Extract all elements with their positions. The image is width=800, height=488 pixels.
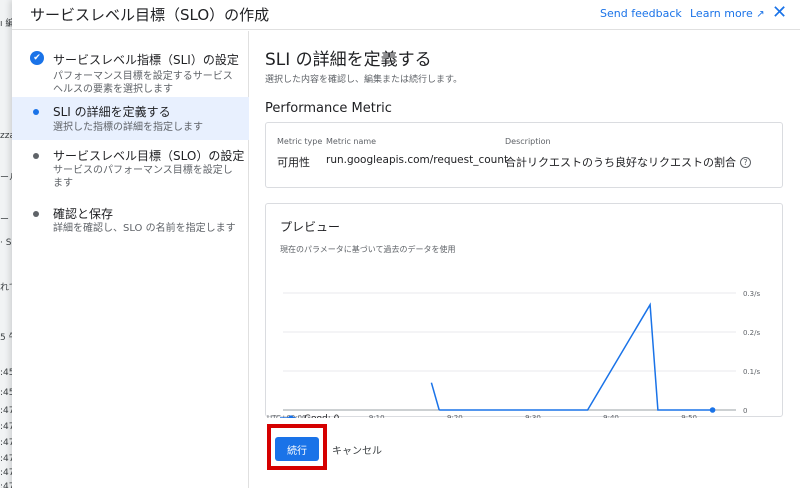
description-value: 合計リクエストのうち良好なリクエストの割合? <box>505 154 751 170</box>
metric-type-value: 可用性 <box>277 156 310 169</box>
send-feedback-link[interactable]: Send feedback <box>600 7 682 20</box>
background-fragment: 5 午 <box>0 333 12 343</box>
y-tick-label: 0.3/s <box>743 290 760 298</box>
background-fragment: :47 <box>0 454 12 464</box>
metric-type-label: Metric type <box>277 137 323 146</box>
stepper: ✔ サービスレベル指標（SLI）の設定 パフォーマンス目標を設定するサービスヘル… <box>12 31 249 488</box>
y-tick-label: 0.1/s <box>743 368 760 376</box>
background-fragment: :47 <box>0 406 12 416</box>
learn-more-label: Learn more <box>690 7 753 20</box>
metric-name-label: Metric name <box>326 137 377 146</box>
background-fragment: :45 <box>0 368 12 378</box>
x-tick-label: 9:50 <box>681 414 697 418</box>
step-slo-setup[interactable]: サービスレベル目標（SLO）の設定 サービスのパフォーマンス目標を設定します <box>12 143 249 195</box>
step-review-save[interactable]: 確認と保存 詳細を確認し、SLO の名前を指定します <box>12 201 249 241</box>
preview-chart: 0.3/s0.2/s0.1/s0UTC+9 9:00 9:10 9:20 9:30 9:4… <box>267 290 760 418</box>
x-tick-label: 9:10 <box>369 414 385 418</box>
metric-heading: Performance Metric <box>265 101 392 116</box>
help-icon[interactable]: ? <box>740 157 751 168</box>
background-fragment: · SI <box>0 238 12 248</box>
preview-card: プレビュー 現在のパラメータに基づいて過去のデータを使用 0.3/s 0.2/s 0… <box>265 203 783 418</box>
step-description: 詳細を確認し、SLO の名前を指定します <box>53 223 236 234</box>
page-subtitle: 選択した内容を確認し、編集または続行します。 <box>265 75 463 85</box>
step-description: サービスのパフォーマンス目標を設定します <box>53 165 233 189</box>
close-icon[interactable]: ✕ <box>772 2 787 23</box>
step-title: サービスレベル指標（SLI）の設定 <box>53 53 239 67</box>
step-title: 確認と保存 <box>53 207 114 221</box>
x-tick-label: 9:30 <box>525 414 541 418</box>
step-title: SLI の詳細を定義する <box>53 105 171 119</box>
y-tick-label: 0.2/s <box>743 329 760 337</box>
background-fragment: :47 <box>0 422 12 432</box>
step-description: パフォーマンス目標を設定するサービスヘルスの要素を選択します <box>53 71 233 95</box>
background-fragment: zza <box>0 131 12 141</box>
series-endpoint <box>709 407 716 413</box>
main-content: SLI の詳細を定義する 選択した内容を確認し、編集または続行します。 Perf… <box>250 31 800 488</box>
x-tick-label: 9:20 <box>447 414 463 418</box>
background-fragment: ı 編 <box>0 19 12 29</box>
learn-more-link[interactable]: Learn more ↗ <box>690 7 765 20</box>
background-fragment: :47 <box>0 468 12 478</box>
series-line-good <box>430 382 440 411</box>
panel-header: サービスレベル目標（SLO）の作成 Send feedback Learn mo… <box>12 0 800 30</box>
background-fragment: れて <box>0 283 12 293</box>
check-icon: ✔ <box>30 51 44 65</box>
step-dot-icon <box>33 153 39 159</box>
page-title: SLI の詳細を定義する <box>265 50 432 70</box>
legend-label: Good: 0 <box>304 414 340 418</box>
step-dot-icon <box>33 109 39 115</box>
background-window: ı 編 zza ールー · SI れて 5 午 :45 :45 :47 :47 :47 :47 :47:… <box>0 0 12 488</box>
background-fragment: :47 <box>0 482 12 488</box>
cancel-button[interactable]: キャンセル <box>332 442 382 457</box>
step-title: サービスレベル目標（SLO）の設定 <box>53 149 245 163</box>
background-fragment: ー <box>0 215 10 225</box>
series-line-good <box>439 302 713 411</box>
description-label: Description <box>505 137 551 146</box>
create-slo-panel: サービスレベル目標（SLO）の作成 Send feedback Learn mo… <box>12 0 800 488</box>
description-text: 合計リクエストのうち良好なリクエストの割合 <box>505 156 736 169</box>
step-sli-setup[interactable]: ✔ サービスレベル指標（SLI）の設定 パフォーマンス目標を設定するサービスヘル… <box>12 37 249 97</box>
metric-name-value: run.googleapis.com/request_count <box>326 154 509 166</box>
background-fragment: ール <box>0 173 12 183</box>
panel-title: サービスレベル目標（SLO）の作成 <box>30 6 270 24</box>
x-tick-label: 9:40 <box>603 414 619 418</box>
metric-card: Metric type Metric name Description 可用性 … <box>265 122 783 188</box>
open-external-icon: ↗ <box>756 9 765 20</box>
y-tick-label: 0 <box>743 407 747 415</box>
continue-button[interactable]: 続行 <box>275 437 319 461</box>
background-fragment: :45 <box>0 388 12 398</box>
step-description: 選択した指標の詳細を指定します <box>53 122 203 133</box>
step-dot-icon <box>33 211 39 217</box>
step-define-sli[interactable]: SLI の詳細を定義する 選択した指標の詳細を指定します <box>12 97 249 140</box>
background-fragment: :47 <box>0 438 12 448</box>
